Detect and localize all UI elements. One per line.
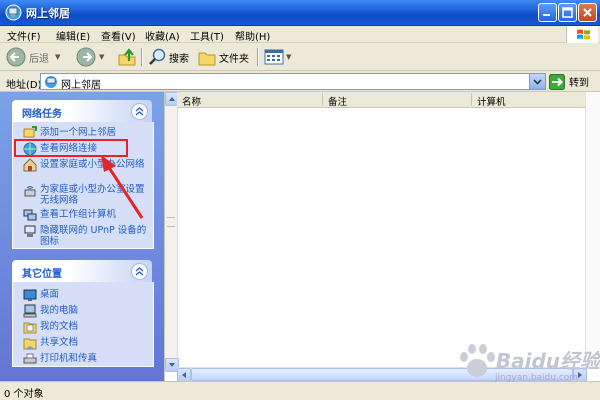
annotation-arrow (101, 155, 144, 219)
watermark-subtext: jingyan.baidu.com (495, 373, 579, 383)
watermark-text: Baidu经验 (495, 349, 600, 373)
